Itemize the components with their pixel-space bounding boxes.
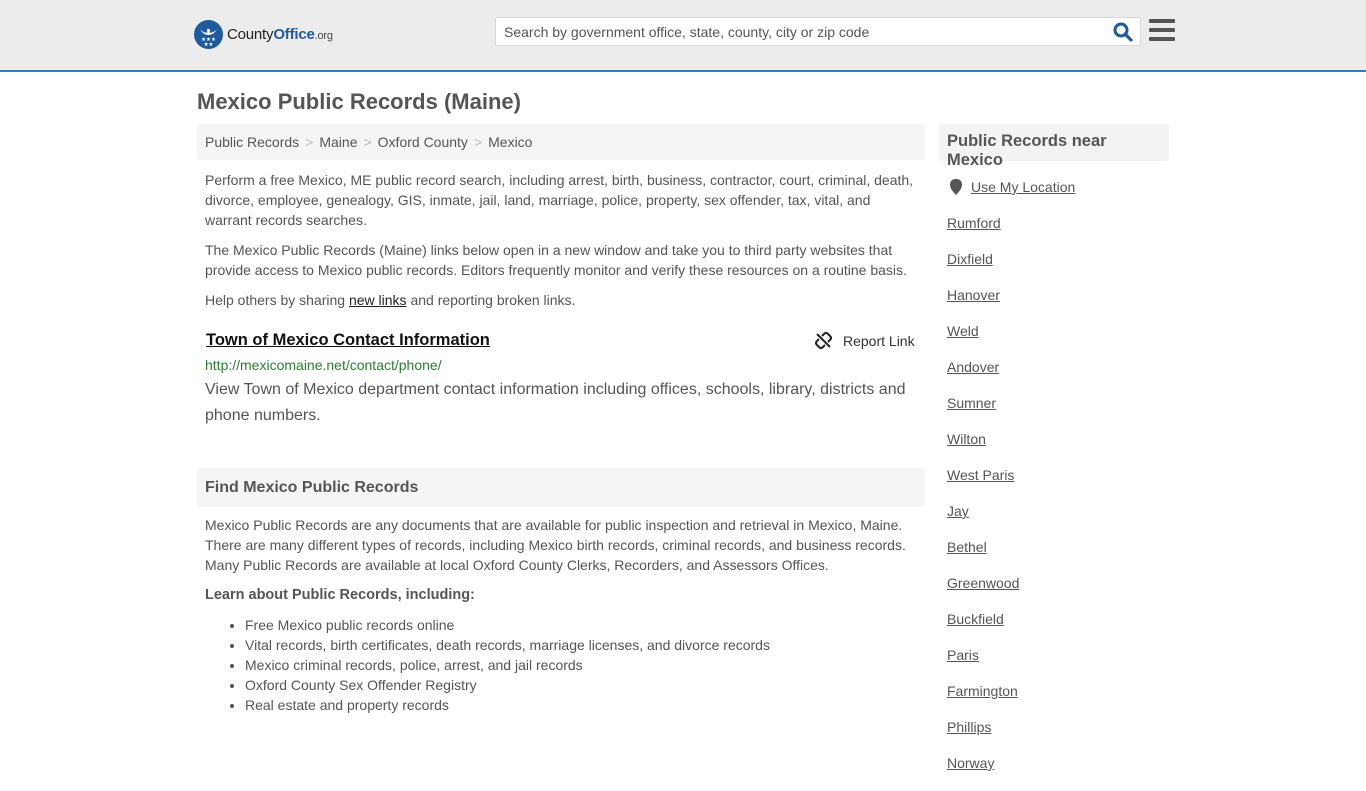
nearby-link-andover[interactable]: Andover: [947, 359, 999, 375]
use-my-location-link[interactable]: Use My Location: [950, 179, 1075, 195]
new-links-link[interactable]: new links: [349, 292, 407, 308]
nearby-link-bethel[interactable]: Bethel: [947, 539, 987, 555]
use-my-location-label: Use My Location: [971, 179, 1076, 195]
eagle-stars-icon: ★★★ ★★: [194, 20, 223, 49]
search-icon: [1113, 22, 1133, 42]
list-item: Rumford: [947, 215, 1019, 251]
hamburger-menu-icon-bar: [1149, 37, 1175, 41]
nearby-link-buckfield[interactable]: Buckfield: [947, 611, 1004, 627]
breadcrumb-mexico[interactable]: Mexico: [488, 134, 532, 150]
breadcrumb-separator: >: [305, 134, 314, 150]
logo-text-main: County: [227, 26, 274, 43]
search-bar: [495, 17, 1141, 46]
nearby-places-list: Rumford Dixfield Hanover Weld Andover Su…: [947, 215, 1019, 791]
hamburger-menu-icon-bar: [1149, 19, 1175, 23]
nearby-link-paris[interactable]: Paris: [947, 647, 979, 663]
result-title-link[interactable]: Town of Mexico Contact Information: [206, 331, 490, 350]
breadcrumb-separator: >: [473, 134, 483, 150]
help-text-after: and reporting broken links.: [406, 292, 576, 308]
nearby-link-jay[interactable]: Jay: [947, 503, 969, 519]
list-item: Hanover: [947, 287, 1019, 323]
site-header: ★★★ ★★ CountyOffice.org: [0, 0, 1366, 72]
learn-about-heading: Learn about Public Records, including:: [205, 587, 475, 603]
nearby-link-phillips[interactable]: Phillips: [947, 719, 991, 735]
list-item: Andover: [947, 359, 1019, 395]
breadcrumb-public-records[interactable]: Public Records: [205, 134, 299, 150]
hamburger-menu-icon-bar: [1149, 28, 1175, 32]
list-item: Weld: [947, 323, 1019, 359]
list-item: Vital records, birth certificates, death…: [245, 635, 770, 655]
page-title: Mexico Public Records (Maine): [197, 89, 521, 114]
nearby-link-farmington[interactable]: Farmington: [947, 683, 1018, 699]
list-item: Greenwood: [947, 575, 1019, 611]
result-description: View Town of Mexico department contact i…: [205, 381, 906, 424]
list-item: Mexico criminal records, police, arrest,…: [245, 655, 770, 675]
nearby-link-norway[interactable]: Norway: [947, 755, 994, 771]
search-input[interactable]: [496, 18, 1096, 45]
nearby-link-greenwood[interactable]: Greenwood: [947, 575, 1019, 591]
list-item: West Paris: [947, 467, 1019, 503]
find-records-heading: Find Mexico Public Records: [197, 468, 925, 507]
list-item: Jay: [947, 503, 1019, 539]
nearby-link-sumner[interactable]: Sumner: [947, 395, 996, 411]
svg-text:★★: ★★: [204, 41, 214, 48]
list-item: Farmington: [947, 683, 1019, 719]
list-item: Norway: [947, 755, 1019, 791]
broken-link-icon: [815, 332, 832, 349]
logo-text-suffix: .org: [314, 30, 333, 42]
report-link-button[interactable]: Report Link: [815, 332, 915, 349]
report-link-label: Report Link: [843, 332, 915, 349]
logo-wordmark: CountyOffice.org: [227, 26, 333, 43]
hamburger-menu-button[interactable]: [1149, 19, 1175, 43]
nearby-link-weld[interactable]: Weld: [947, 323, 979, 339]
help-text-before: Help others by sharing: [205, 292, 349, 308]
breadcrumb-maine[interactable]: Maine: [319, 134, 357, 150]
county-office-logo[interactable]: ★★★ ★★ CountyOffice.org: [194, 20, 333, 49]
find-records-body: Mexico Public Records are any documents …: [205, 517, 906, 573]
list-item: Free Mexico public records online: [245, 615, 770, 635]
nearby-link-rumford[interactable]: Rumford: [947, 215, 1001, 231]
nearby-link-hanover[interactable]: Hanover: [947, 287, 1000, 303]
map-marker-icon: [950, 179, 962, 195]
sidebar-heading: Public Records near Mexico: [939, 124, 1169, 169]
intro-paragraph-search: Perform a free Mexico, ME public record …: [205, 172, 914, 228]
list-item: Bethel: [947, 539, 1019, 575]
breadcrumb: Public Records > Maine > Oxford County > Mexic…: [197, 124, 925, 160]
nearby-link-west-paris[interactable]: West Paris: [947, 467, 1014, 483]
intro-paragraph-disclaimer: The Mexico Public Records (Maine) links …: [205, 242, 907, 278]
result-url: http://mexicomaine.net/contact/phone/: [205, 357, 442, 373]
nearby-link-wilton[interactable]: Wilton: [947, 431, 986, 447]
search-button[interactable]: [1112, 21, 1136, 43]
list-item: Wilton: [947, 431, 1019, 467]
list-item: Sumner: [947, 395, 1019, 431]
list-item: Phillips: [947, 719, 1019, 755]
list-item: Buckfield: [947, 611, 1019, 647]
breadcrumb-separator: >: [363, 134, 372, 150]
list-item: Oxford County Sex Offender Registry: [245, 675, 770, 695]
nearby-link-dixfield[interactable]: Dixfield: [947, 251, 993, 267]
list-item: Paris: [947, 647, 1019, 683]
breadcrumb-oxford-county[interactable]: Oxford County: [378, 134, 468, 150]
list-item: Real estate and property records: [245, 695, 770, 715]
list-item: Dixfield: [947, 251, 1019, 287]
logo-text-brand: Office: [273, 26, 315, 43]
learn-about-list: Free Mexico public records online Vital …: [245, 615, 770, 715]
intro-paragraph-help: Help others by sharing new links and rep…: [205, 290, 920, 310]
